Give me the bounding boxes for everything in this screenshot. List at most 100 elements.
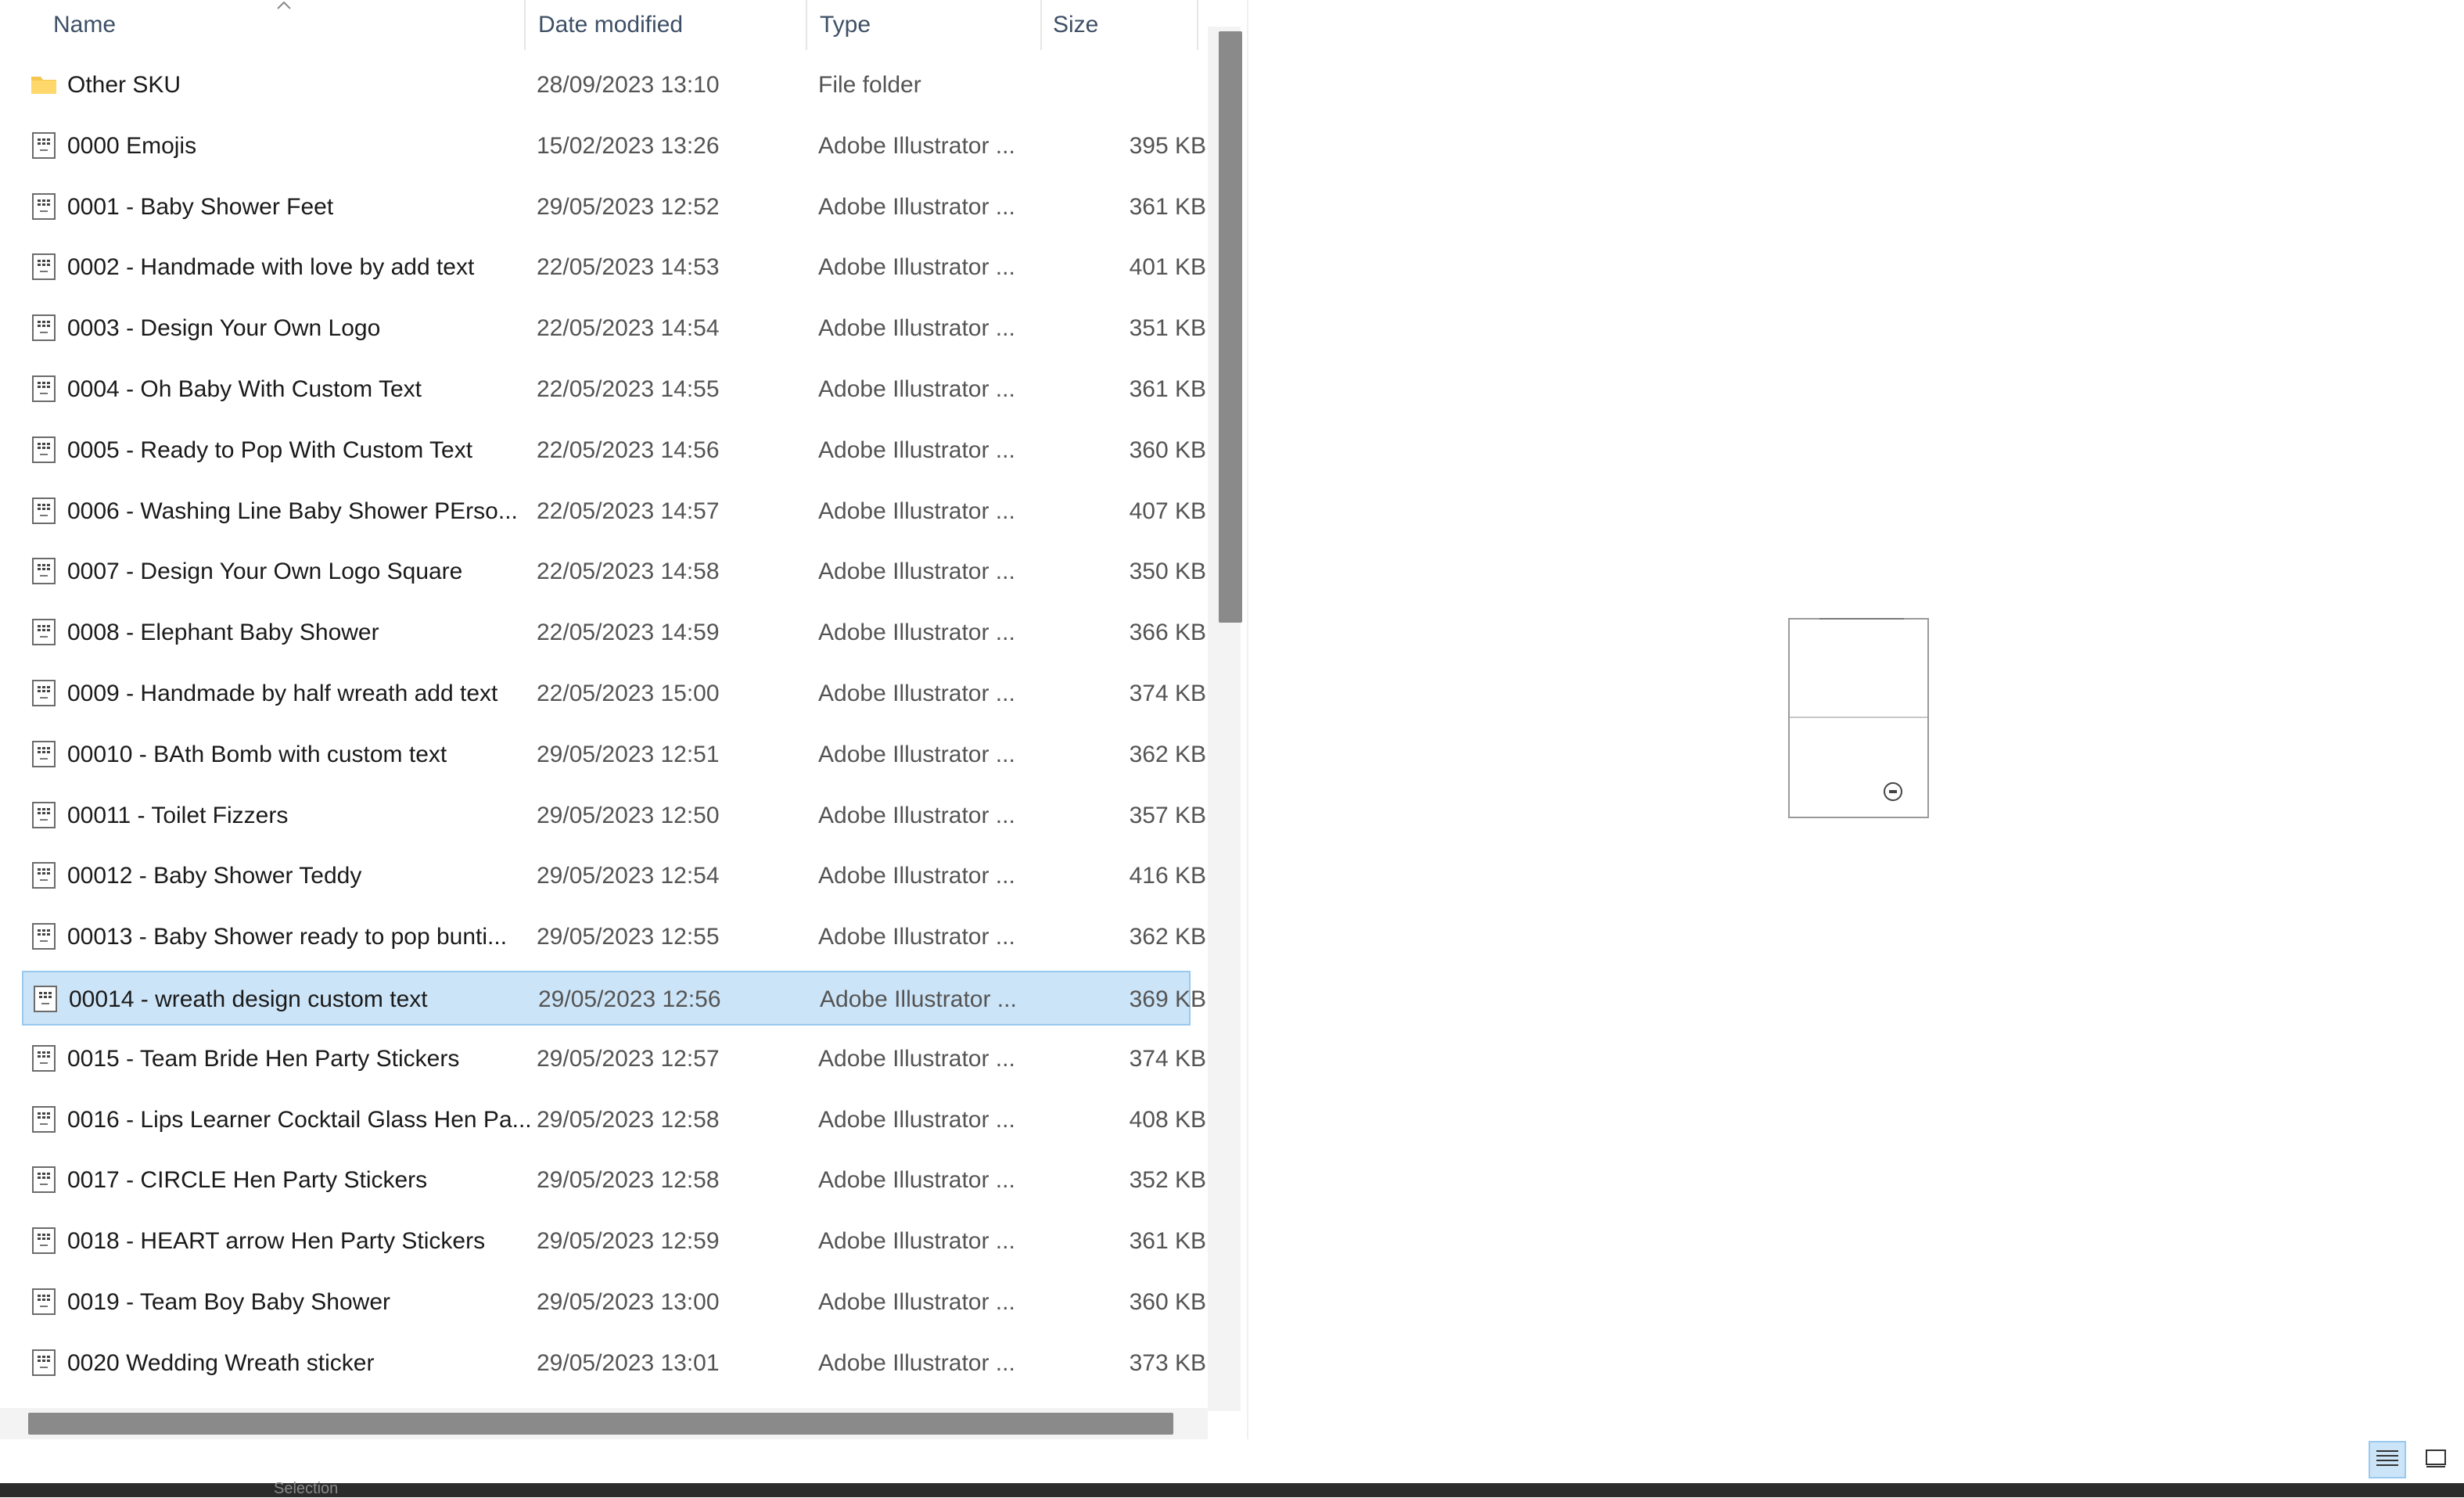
file-type: Adobe Illustrator ... <box>818 620 1015 646</box>
illustrator-file-icon <box>31 985 59 1013</box>
file-row[interactable]: 0018 - HEART arrow Hen Party Stickers 29/… <box>22 1214 1206 1269</box>
file-size: 369 KB <box>1129 986 1206 1012</box>
column-header-date[interactable]: Date modified <box>526 0 807 50</box>
file-size: 361 KB <box>1129 1228 1206 1255</box>
file-size: 366 KB <box>1129 620 1206 646</box>
file-type: Adobe Illustrator ... <box>818 498 1015 524</box>
file-date-modified: 29/05/2023 12:58 <box>537 1167 720 1194</box>
file-name: 00011 - Toilet Fizzers <box>67 802 289 828</box>
illustrator-file-icon <box>30 375 58 403</box>
file-name: 0019 - Team Boy Baby Shower <box>67 1289 391 1315</box>
file-name: 0003 - Design Your Own Logo <box>67 315 381 342</box>
file-row[interactable]: 0002 - Handmade with love by add text 22/… <box>22 240 1206 295</box>
file-row[interactable]: 00011 - Toilet Fizzers 29/05/2023 12:50 Ad… <box>22 789 1206 843</box>
file-type: Adobe Illustrator ... <box>818 559 1015 585</box>
document-preview-icon <box>1788 618 1929 818</box>
file-type: Adobe Illustrator ... <box>818 1106 1015 1133</box>
file-row[interactable]: 0007 - Design Your Own Logo Square 22/05/… <box>22 544 1206 599</box>
file-type: File folder <box>818 72 921 98</box>
column-header-type-label: Type <box>820 12 871 38</box>
file-name: 0016 - Lips Learner Cocktail Glass Hen P… <box>67 1106 532 1133</box>
file-row[interactable]: 0008 - Elephant Baby Shower 22/05/2023 14… <box>22 605 1206 660</box>
file-name: 00012 - Baby Shower Teddy <box>67 863 362 889</box>
illustrator-file-icon <box>30 679 58 707</box>
horizontal-scrollbar-thumb[interactable] <box>28 1413 1173 1435</box>
column-header-size[interactable]: Size <box>1042 0 1198 50</box>
file-list-pane: Name Date modified Type Size Other SKU 28… <box>0 0 1247 1439</box>
column-header-row: Name Date modified Type Size <box>0 0 1208 50</box>
file-name: 00013 - Baby Shower ready to pop bunti..… <box>67 924 508 950</box>
file-row[interactable]: 00014 - wreath design custom text 29/05/2… <box>22 971 1206 1026</box>
file-row[interactable]: 0017 - CIRCLE Hen Party Stickers 29/05/20… <box>22 1153 1206 1208</box>
illustrator-file-icon <box>30 922 58 950</box>
file-date-modified: 22/05/2023 14:56 <box>537 436 720 463</box>
file-name: 0007 - Design Your Own Logo Square <box>67 559 463 585</box>
file-date-modified: 22/05/2023 14:55 <box>537 376 720 402</box>
file-type: Adobe Illustrator ... <box>818 681 1015 706</box>
file-size: 373 KB <box>1129 1349 1206 1376</box>
file-row[interactable]: 0005 - Ready to Pop With Custom Text 22/0… <box>22 423 1206 478</box>
column-header-name-label: Name <box>53 12 117 38</box>
file-type: Adobe Illustrator ... <box>818 132 1015 159</box>
file-date-modified: 22/05/2023 15:00 <box>537 681 720 706</box>
file-size: 408 KB <box>1129 1106 1206 1133</box>
pane-divider[interactable] <box>1247 0 1248 1439</box>
file-type: Adobe Illustrator ... <box>818 254 1015 281</box>
file-size: 362 KB <box>1129 924 1206 950</box>
illustrator-file-icon <box>30 192 58 221</box>
file-size: 362 KB <box>1129 741 1206 767</box>
file-row[interactable]: 00013 - Baby Shower ready to pop bunti..… <box>22 910 1206 965</box>
file-row[interactable]: 0019 - Team Boy Baby Shower 29/05/2023 13… <box>22 1275 1206 1330</box>
file-size: 352 KB <box>1129 1167 1206 1194</box>
file-type: Adobe Illustrator ... <box>818 802 1015 828</box>
file-type: Adobe Illustrator ... <box>818 924 1015 950</box>
file-name: 0009 - Handmade by half wreath add text <box>67 681 498 706</box>
column-header-name[interactable]: Name <box>0 0 526 50</box>
file-date-modified: 29/05/2023 12:55 <box>537 924 720 950</box>
file-size: 374 KB <box>1129 681 1206 706</box>
preview-top-line <box>1819 618 1904 623</box>
file-row[interactable]: 0001 - Baby Shower Feet 29/05/2023 12:52 A… <box>22 180 1206 235</box>
file-type: Adobe Illustrator ... <box>818 376 1015 402</box>
illustrator-file-icon <box>30 1349 58 1377</box>
file-size: 361 KB <box>1129 376 1206 402</box>
file-row[interactable]: 0015 - Team Bride Hen Party Stickers 29/0… <box>22 1032 1206 1087</box>
folder-icon <box>30 70 58 99</box>
file-date-modified: 22/05/2023 14:58 <box>537 559 720 585</box>
illustrator-file-icon <box>30 618 58 646</box>
vertical-scrollbar-thumb[interactable] <box>1219 31 1242 623</box>
illustrator-file-icon <box>30 861 58 889</box>
details-view-button[interactable] <box>2369 1441 2406 1478</box>
file-size: 360 KB <box>1129 1289 1206 1315</box>
illustrator-file-icon <box>30 801 58 829</box>
column-header-date-label: Date modified <box>538 12 684 38</box>
file-name: 0005 - Ready to Pop With Custom Text <box>67 436 473 463</box>
file-row[interactable]: 00012 - Baby Shower Teddy 29/05/2023 12:5… <box>22 849 1206 903</box>
illustrator-file-icon <box>30 740 58 768</box>
file-row[interactable]: 0016 - Lips Learner Cocktail Glass Hen P… <box>22 1093 1206 1148</box>
file-row[interactable]: Other SKU 28/09/2023 13:10 File folder <box>22 58 1191 113</box>
illustrator-file-icon <box>30 314 58 342</box>
file-name: 0006 - Washing Line Baby Shower PErso... <box>67 498 518 524</box>
column-header-type[interactable]: Type <box>807 0 1042 50</box>
illustrator-file-icon <box>30 1166 58 1194</box>
preview-badge-icon <box>1884 782 1902 801</box>
illustrator-file-icon <box>30 1227 58 1255</box>
file-row[interactable]: 0003 - Design Your Own Logo 22/05/2023 14… <box>22 301 1206 356</box>
large-icons-view-button[interactable] <box>2417 1441 2455 1478</box>
illustrator-file-icon <box>30 1105 58 1133</box>
file-name: 0020 Wedding Wreath sticker <box>67 1349 375 1376</box>
file-row[interactable]: 00010 - BAth Bomb with custom text 29/05/… <box>22 727 1206 782</box>
file-date-modified: 29/05/2023 12:54 <box>537 863 720 889</box>
file-date-modified: 29/05/2023 12:58 <box>537 1106 720 1133</box>
file-row[interactable]: 0000 Emojis 15/02/2023 13:26 Adobe Illustr… <box>22 119 1206 174</box>
bottom-status-strip: Selection <box>0 1480 2464 1497</box>
file-name: 00010 - BAth Bomb with custom text <box>67 741 447 767</box>
file-row[interactable]: 0009 - Handmade by half wreath add text 2… <box>22 666 1206 721</box>
illustrator-file-icon <box>30 557 58 585</box>
file-row[interactable]: 0020 Wedding Wreath sticker 29/05/2023 13… <box>22 1336 1206 1391</box>
file-row[interactable]: 0004 - Oh Baby With Custom Text 22/05/202… <box>22 362 1206 417</box>
file-name: 00014 - wreath design custom text <box>69 986 428 1012</box>
file-row[interactable]: 0006 - Washing Line Baby Shower PErso...… <box>22 484 1206 539</box>
file-type: Adobe Illustrator ... <box>818 1167 1015 1194</box>
